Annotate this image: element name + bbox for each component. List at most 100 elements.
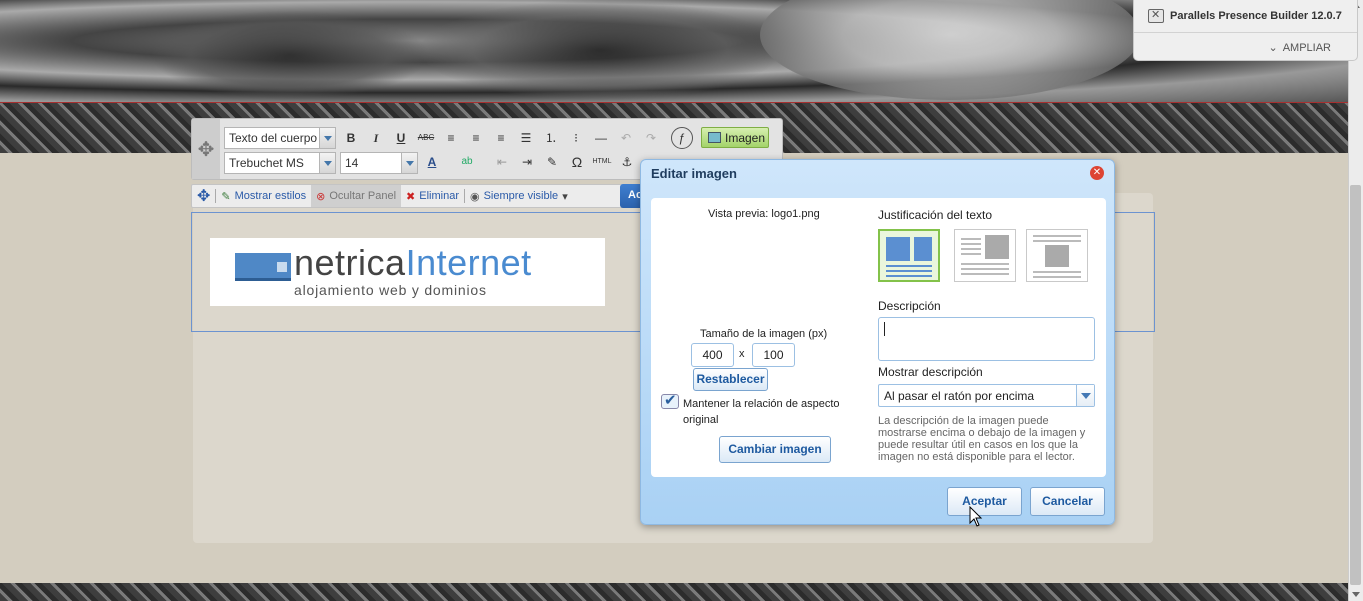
chevron-down-icon — [401, 153, 417, 173]
strikethrough-button[interactable]: ABC — [416, 128, 436, 148]
height-input[interactable]: 100 — [752, 343, 795, 367]
redo-icon[interactable]: ↷ — [641, 128, 661, 148]
anchor-icon[interactable]: ⚓ — [617, 152, 637, 172]
align-right-icon[interactable]: ≡ — [491, 128, 511, 148]
vertical-scrollbar[interactable] — [1348, 0, 1363, 601]
justify-right-icon — [961, 235, 1009, 275]
numbered-list-icon[interactable]: ⒈ — [541, 128, 561, 148]
show-styles-label: Mostrar estilos — [234, 190, 307, 202]
cancel-button[interactable]: Cancelar — [1030, 487, 1105, 516]
font-size-value: 14 — [345, 156, 359, 170]
justify-center-icon — [1033, 235, 1081, 278]
element-toolbar: ✥ ✎ Mostrar estilos ⊗ Ocultar Panel ✖ El… — [191, 184, 651, 208]
justify-right-option[interactable] — [954, 229, 1016, 282]
justification-label: Justificación del texto — [878, 208, 993, 222]
description-textarea[interactable] — [878, 317, 1095, 361]
scroll-thumb[interactable] — [1350, 185, 1361, 585]
underline-button[interactable]: U — [391, 128, 411, 148]
delete-icon: ✖ — [406, 190, 416, 203]
eye-icon: ◉ — [469, 190, 480, 203]
scroll-down-arrow-icon[interactable] — [1352, 592, 1360, 597]
bold-button[interactable]: B — [341, 128, 361, 148]
size-separator: x — [739, 348, 745, 360]
image-size-label: Tamaño de la imagen (px) — [700, 328, 828, 340]
move-element-icon[interactable]: ✥ — [192, 185, 215, 207]
expand-label: AMPLIAR — [1282, 41, 1331, 54]
chevron-down-icon: ▾ — [562, 190, 568, 203]
dialog-title: Editar imagen — [651, 166, 737, 181]
preview-label: Vista previa: logo1.png — [708, 208, 820, 220]
font-size-select[interactable]: 14 — [340, 152, 418, 174]
presence-builder-label: Parallels Presence Builder 12.0.7 — [1170, 10, 1342, 22]
banner-leaf-shape — [420, 0, 780, 100]
divider — [1134, 32, 1357, 33]
chevron-down-icon — [319, 128, 335, 148]
chevron-down-icon — [319, 153, 335, 173]
justify-left-icon — [886, 237, 932, 277]
presence-builder-icon — [1148, 8, 1164, 23]
font-select[interactable]: Trebuchet MS — [224, 152, 336, 174]
brush-icon: ✎ — [221, 190, 231, 203]
style-select-value: Texto del cuerpo — [229, 131, 318, 145]
keep-aspect-label: Mantener la relación de aspecto original — [683, 398, 840, 426]
justify-center-option[interactable] — [1026, 229, 1088, 282]
change-image-button[interactable]: Cambiar imagen — [719, 436, 831, 463]
expand-button[interactable]: ⌄ AMPLIAR — [1268, 41, 1331, 55]
hide-panel-button[interactable]: ⊗ Ocultar Panel — [311, 185, 402, 207]
logo-image[interactable]: netricaInternet alojamiento web y domini… — [210, 238, 605, 306]
edit-image-dialog: Editar imagen ✕ Vista previa: logo1.png … — [640, 159, 1115, 525]
image-button-label: Imagen — [725, 130, 766, 145]
reset-button[interactable]: Restablecer — [693, 368, 768, 391]
banner-leaf-shape — [150, 10, 430, 100]
justify-left-option[interactable] — [878, 229, 940, 282]
italic-button[interactable]: I — [366, 128, 386, 148]
move-handle-icon[interactable]: ✥ — [192, 119, 220, 179]
show-description-value: Al pasar el ratón por encima — [884, 389, 1035, 403]
show-styles-button[interactable]: ✎ Mostrar estilos — [216, 185, 311, 207]
always-visible-dropdown[interactable]: ◉ Siempre visible ▾ — [465, 185, 573, 207]
bullet-list-icon[interactable]: ⁝ — [566, 128, 586, 148]
outdent-icon[interactable]: ⇤ — [492, 152, 512, 172]
undo-icon[interactable]: ↶ — [616, 128, 636, 148]
html-button[interactable]: HTML — [592, 152, 612, 172]
image-button[interactable]: Imagen — [701, 127, 769, 148]
text-color-icon[interactable]: A — [422, 152, 442, 172]
horizontal-rule-icon[interactable]: — — [591, 128, 611, 148]
close-icon[interactable]: ✕ — [1090, 166, 1104, 180]
banner-plate-shape — [760, 0, 1140, 100]
help-text: La descripción de la imagen puede mostra… — [878, 415, 1086, 463]
show-description-label: Mostrar descripción — [878, 365, 983, 379]
font-select-value: Trebuchet MS — [229, 156, 304, 170]
align-justify-icon[interactable]: ☰ — [516, 128, 536, 148]
align-left-icon[interactable]: ≡ — [441, 128, 461, 148]
logo-name-dark: netrica — [294, 242, 406, 283]
delete-button[interactable]: ✖ Eliminar — [401, 185, 464, 207]
logo-name-blue: Internet — [405, 242, 532, 283]
metal-texture-strip-bottom — [0, 583, 1363, 601]
dialog-body: Vista previa: logo1.png Tamaño de la ima… — [651, 198, 1106, 477]
logo-name: netricaInternet — [294, 242, 532, 284]
description-label: Descripción — [878, 299, 941, 313]
keep-aspect-checkbox[interactable] — [661, 391, 679, 409]
hide-panel-icon: ⊗ — [316, 190, 326, 203]
spellcheck-icon[interactable]: ab — [457, 152, 477, 172]
double-chevron-down-icon: ⌄ — [1268, 42, 1278, 54]
width-input[interactable]: 400 — [691, 343, 734, 367]
delete-label: Eliminar — [419, 190, 459, 202]
logo-tagline: alojamiento web y dominios — [294, 282, 487, 298]
align-center-icon[interactable]: ≡ — [466, 128, 486, 148]
edit-icon[interactable]: ✎ — [542, 152, 562, 172]
logo-mark — [235, 253, 291, 281]
script-icon[interactable]: ƒ — [671, 127, 693, 149]
presence-builder-panel: Parallels Presence Builder 12.0.7 ⌄ AMPL… — [1133, 0, 1358, 61]
indent-icon[interactable]: ⇥ — [517, 152, 537, 172]
chevron-down-icon — [1076, 385, 1094, 406]
image-icon — [708, 132, 721, 143]
hide-panel-label: Ocultar Panel — [329, 190, 397, 202]
special-char-button[interactable]: Ω — [567, 152, 587, 172]
show-description-select[interactable]: Al pasar el ratón por encima — [878, 384, 1095, 407]
presence-builder-title: Parallels Presence Builder 12.0.7 — [1148, 8, 1342, 23]
style-select[interactable]: Texto del cuerpo — [224, 127, 336, 149]
accept-button[interactable]: Aceptar — [947, 487, 1022, 516]
always-visible-label: Siempre visible — [483, 190, 559, 202]
